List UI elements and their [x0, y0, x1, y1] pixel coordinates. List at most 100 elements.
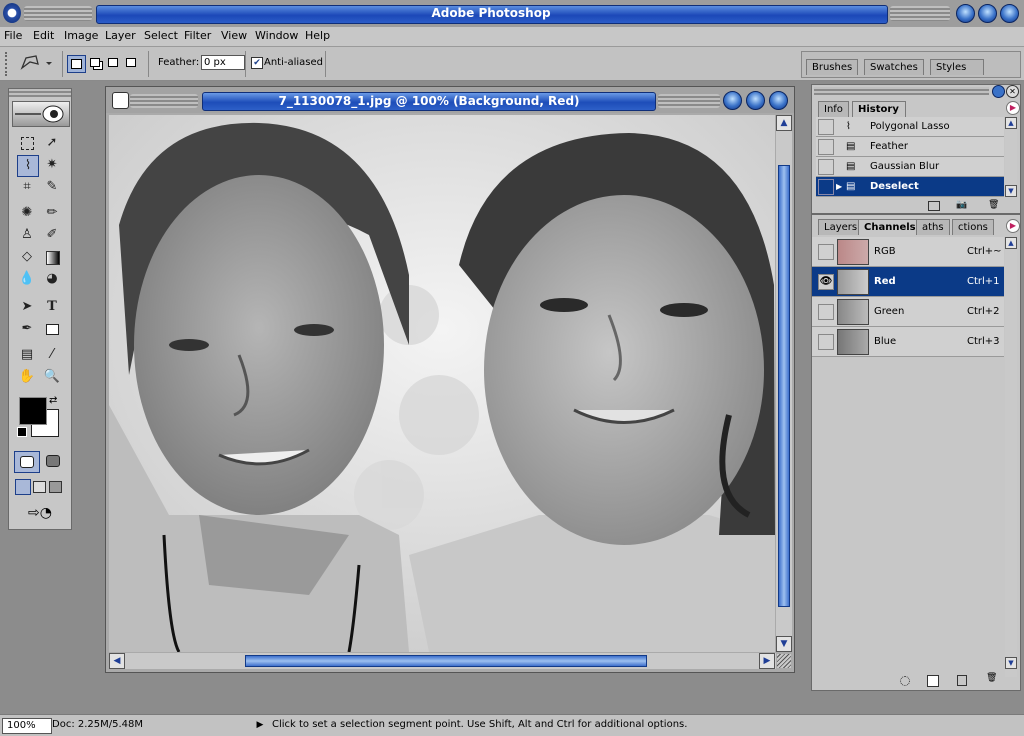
jump-to-imageready-button[interactable]: ⇨◔: [14, 503, 66, 523]
default-colors-icon[interactable]: [17, 427, 27, 437]
doc-close-button[interactable]: [769, 91, 788, 110]
horizontal-scrollbar[interactable]: ◀ ▶: [109, 653, 776, 669]
doc-minimize-button[interactable]: [723, 91, 742, 110]
delete-channel-icon[interactable]: 🗑: [986, 673, 997, 683]
move-tool-icon[interactable]: ➚: [42, 133, 62, 153]
tab-info[interactable]: Info: [818, 101, 849, 117]
type-tool-icon[interactable]: T: [42, 297, 62, 317]
lasso-tool-icon[interactable]: ⌇: [17, 155, 39, 177]
channel-row-red[interactable]: 👁 Red Ctrl+1: [812, 267, 1004, 297]
channel-row-green[interactable]: Green Ctrl+2: [812, 297, 1004, 327]
add-to-selection-button[interactable]: [87, 55, 104, 71]
history-snapshot-box[interactable]: [818, 139, 834, 155]
feather-input[interactable]: [201, 55, 245, 70]
crop-tool-icon[interactable]: ⌗: [17, 177, 37, 197]
history-item-selected[interactable]: ▶ ▤ Deselect: [816, 177, 1004, 197]
rectangle-tool-icon[interactable]: [42, 319, 62, 339]
channels-scrollbar[interactable]: ▲ ▼: [1005, 237, 1017, 677]
doc-maximize-button[interactable]: [746, 91, 765, 110]
tab-history[interactable]: History: [852, 101, 906, 117]
eraser-tool-icon[interactable]: ◇: [17, 247, 37, 267]
history-item[interactable]: ⌇ Polygonal Lasso: [816, 117, 1004, 137]
history-snapshot-box[interactable]: [818, 119, 834, 135]
marquee-tool-icon[interactable]: [17, 133, 37, 153]
tab-paths[interactable]: aths: [916, 219, 950, 235]
channel-visibility-toggle[interactable]: [818, 304, 834, 320]
magic-wand-tool-icon[interactable]: ✷: [42, 155, 62, 175]
pen-tool-icon[interactable]: ✒: [17, 319, 37, 339]
screen-mode-full-menu-button[interactable]: [33, 481, 46, 493]
channel-visibility-toggle[interactable]: [818, 244, 834, 260]
brush-tool-icon[interactable]: ✏: [42, 203, 62, 223]
menu-edit[interactable]: Edit: [33, 27, 54, 46]
channels-scroll-up-icon[interactable]: ▲: [1005, 237, 1017, 249]
adobe-online-button[interactable]: [12, 101, 70, 127]
tab-layers[interactable]: Layers: [818, 219, 864, 235]
tab-channels[interactable]: Channels: [858, 219, 922, 235]
foreground-color-swatch[interactable]: [19, 397, 47, 425]
image-canvas[interactable]: [109, 115, 775, 652]
history-scrollbar[interactable]: ▲ ▼: [1005, 117, 1017, 197]
horizontal-scroll-thumb[interactable]: [245, 655, 647, 667]
notes-tool-icon[interactable]: ▤: [17, 345, 37, 365]
close-button[interactable]: [1000, 4, 1019, 23]
channels-panel-menu-icon[interactable]: ▶: [1006, 219, 1020, 233]
new-channel-icon[interactable]: [957, 675, 967, 686]
quick-mask-button[interactable]: [41, 451, 65, 471]
load-channel-as-selection-icon[interactable]: [900, 676, 910, 686]
palette-well-tab-swatches[interactable]: Swatches: [864, 59, 924, 75]
menu-help[interactable]: Help: [305, 27, 330, 46]
panel-minimize-icon[interactable]: [992, 85, 1005, 98]
menu-image[interactable]: Image: [64, 27, 98, 46]
menu-view[interactable]: View: [221, 27, 247, 46]
vertical-scrollbar[interactable]: ▲ ▼: [776, 115, 792, 652]
menu-layer[interactable]: Layer: [105, 27, 136, 46]
history-panel-menu-icon[interactable]: ▶: [1006, 101, 1020, 115]
panel-close-icon[interactable]: ✕: [1006, 85, 1019, 98]
screen-mode-full-button[interactable]: [49, 481, 62, 493]
new-snapshot-icon[interactable]: 📷: [956, 200, 967, 210]
status-menu-arrow-icon[interactable]: ▶: [254, 718, 266, 732]
resize-grip-icon[interactable]: [777, 654, 791, 668]
document-icon[interactable]: [112, 92, 129, 109]
slice-tool-icon[interactable]: ✎: [42, 177, 62, 197]
path-selection-tool-icon[interactable]: ➤: [17, 297, 37, 317]
blur-tool-icon[interactable]: 💧: [17, 269, 37, 289]
menu-filter[interactable]: Filter: [184, 27, 211, 46]
menu-window[interactable]: Window: [255, 27, 298, 46]
zoom-tool-icon[interactable]: 🔍: [42, 367, 62, 387]
hand-tool-icon[interactable]: ✋: [17, 367, 37, 387]
scroll-right-arrow-icon[interactable]: ▶: [759, 653, 775, 669]
tab-actions[interactable]: ctions: [952, 219, 994, 235]
zoom-field[interactable]: 100%: [2, 718, 52, 734]
antialiased-checkbox[interactable]: ✔: [251, 57, 263, 69]
history-item[interactable]: ▤ Feather: [816, 137, 1004, 157]
photoshop-app-icon[interactable]: [3, 3, 21, 23]
scroll-left-arrow-icon[interactable]: ◀: [109, 653, 125, 669]
intersect-selection-button[interactable]: [123, 55, 140, 71]
channel-row-blue[interactable]: Blue Ctrl+3: [812, 327, 1004, 357]
channels-scroll-down-icon[interactable]: ▼: [1005, 657, 1017, 669]
vertical-scroll-thumb[interactable]: [778, 165, 790, 607]
history-snapshot-box[interactable]: [818, 179, 834, 195]
swap-colors-icon[interactable]: ⇄: [49, 395, 57, 406]
channel-row-rgb[interactable]: RGB Ctrl+~: [812, 237, 1004, 267]
subtract-from-selection-button[interactable]: [105, 55, 122, 71]
history-scroll-up-icon[interactable]: ▲: [1005, 117, 1017, 129]
save-selection-as-channel-icon[interactable]: [927, 675, 939, 687]
history-brush-tool-icon[interactable]: ✐: [42, 225, 62, 245]
tool-preset-picker[interactable]: [18, 52, 58, 74]
standard-mode-button[interactable]: [14, 451, 40, 473]
menu-select[interactable]: Select: [144, 27, 178, 46]
gradient-tool-icon[interactable]: [42, 247, 62, 267]
dodge-tool-icon[interactable]: ◕: [42, 269, 62, 289]
new-selection-button[interactable]: [67, 55, 86, 73]
scroll-down-arrow-icon[interactable]: ▼: [776, 636, 792, 652]
menu-file[interactable]: File: [4, 27, 22, 46]
delete-state-icon[interactable]: 🗑: [988, 200, 999, 210]
history-item[interactable]: ▤ Gaussian Blur: [816, 157, 1004, 177]
eyedropper-tool-icon[interactable]: ⁄: [42, 345, 62, 365]
channel-visibility-toggle[interactable]: [818, 334, 834, 350]
scroll-up-arrow-icon[interactable]: ▲: [776, 115, 792, 131]
clone-stamp-tool-icon[interactable]: ♙: [17, 225, 37, 245]
